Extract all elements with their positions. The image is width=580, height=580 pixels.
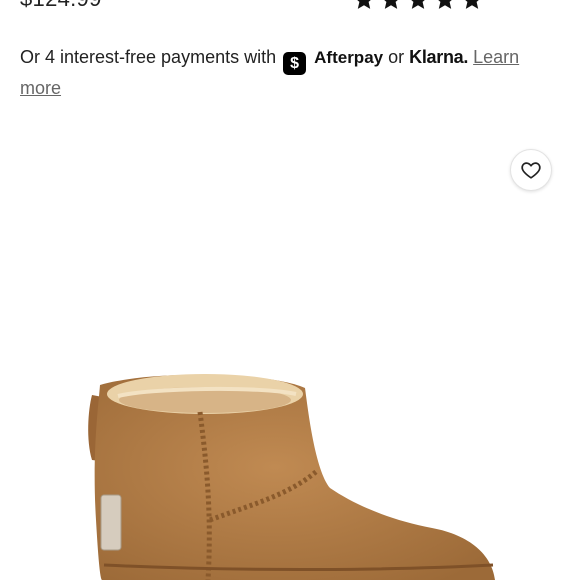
- rating-stars[interactable]: [352, 0, 484, 12]
- review-count[interactable]: 1: [490, 0, 499, 2]
- star-icon: [460, 0, 484, 12]
- star-icon: [406, 0, 430, 12]
- payments-prefix: Or 4 interest-free payments with: [20, 47, 277, 67]
- klarna-logo: Klarna.: [409, 47, 469, 67]
- payments-or: or: [388, 47, 405, 67]
- star-icon: [352, 0, 376, 12]
- star-icon: [379, 0, 403, 12]
- afterpay-logo: Afterpay: [314, 48, 384, 67]
- product-price: $124.99: [20, 0, 102, 12]
- product-image[interactable]: [0, 110, 580, 580]
- cash-app-icon: $: [283, 52, 307, 75]
- star-icon: [433, 0, 457, 12]
- payment-options: Or 4 interest-free payments with $ After…: [20, 44, 550, 101]
